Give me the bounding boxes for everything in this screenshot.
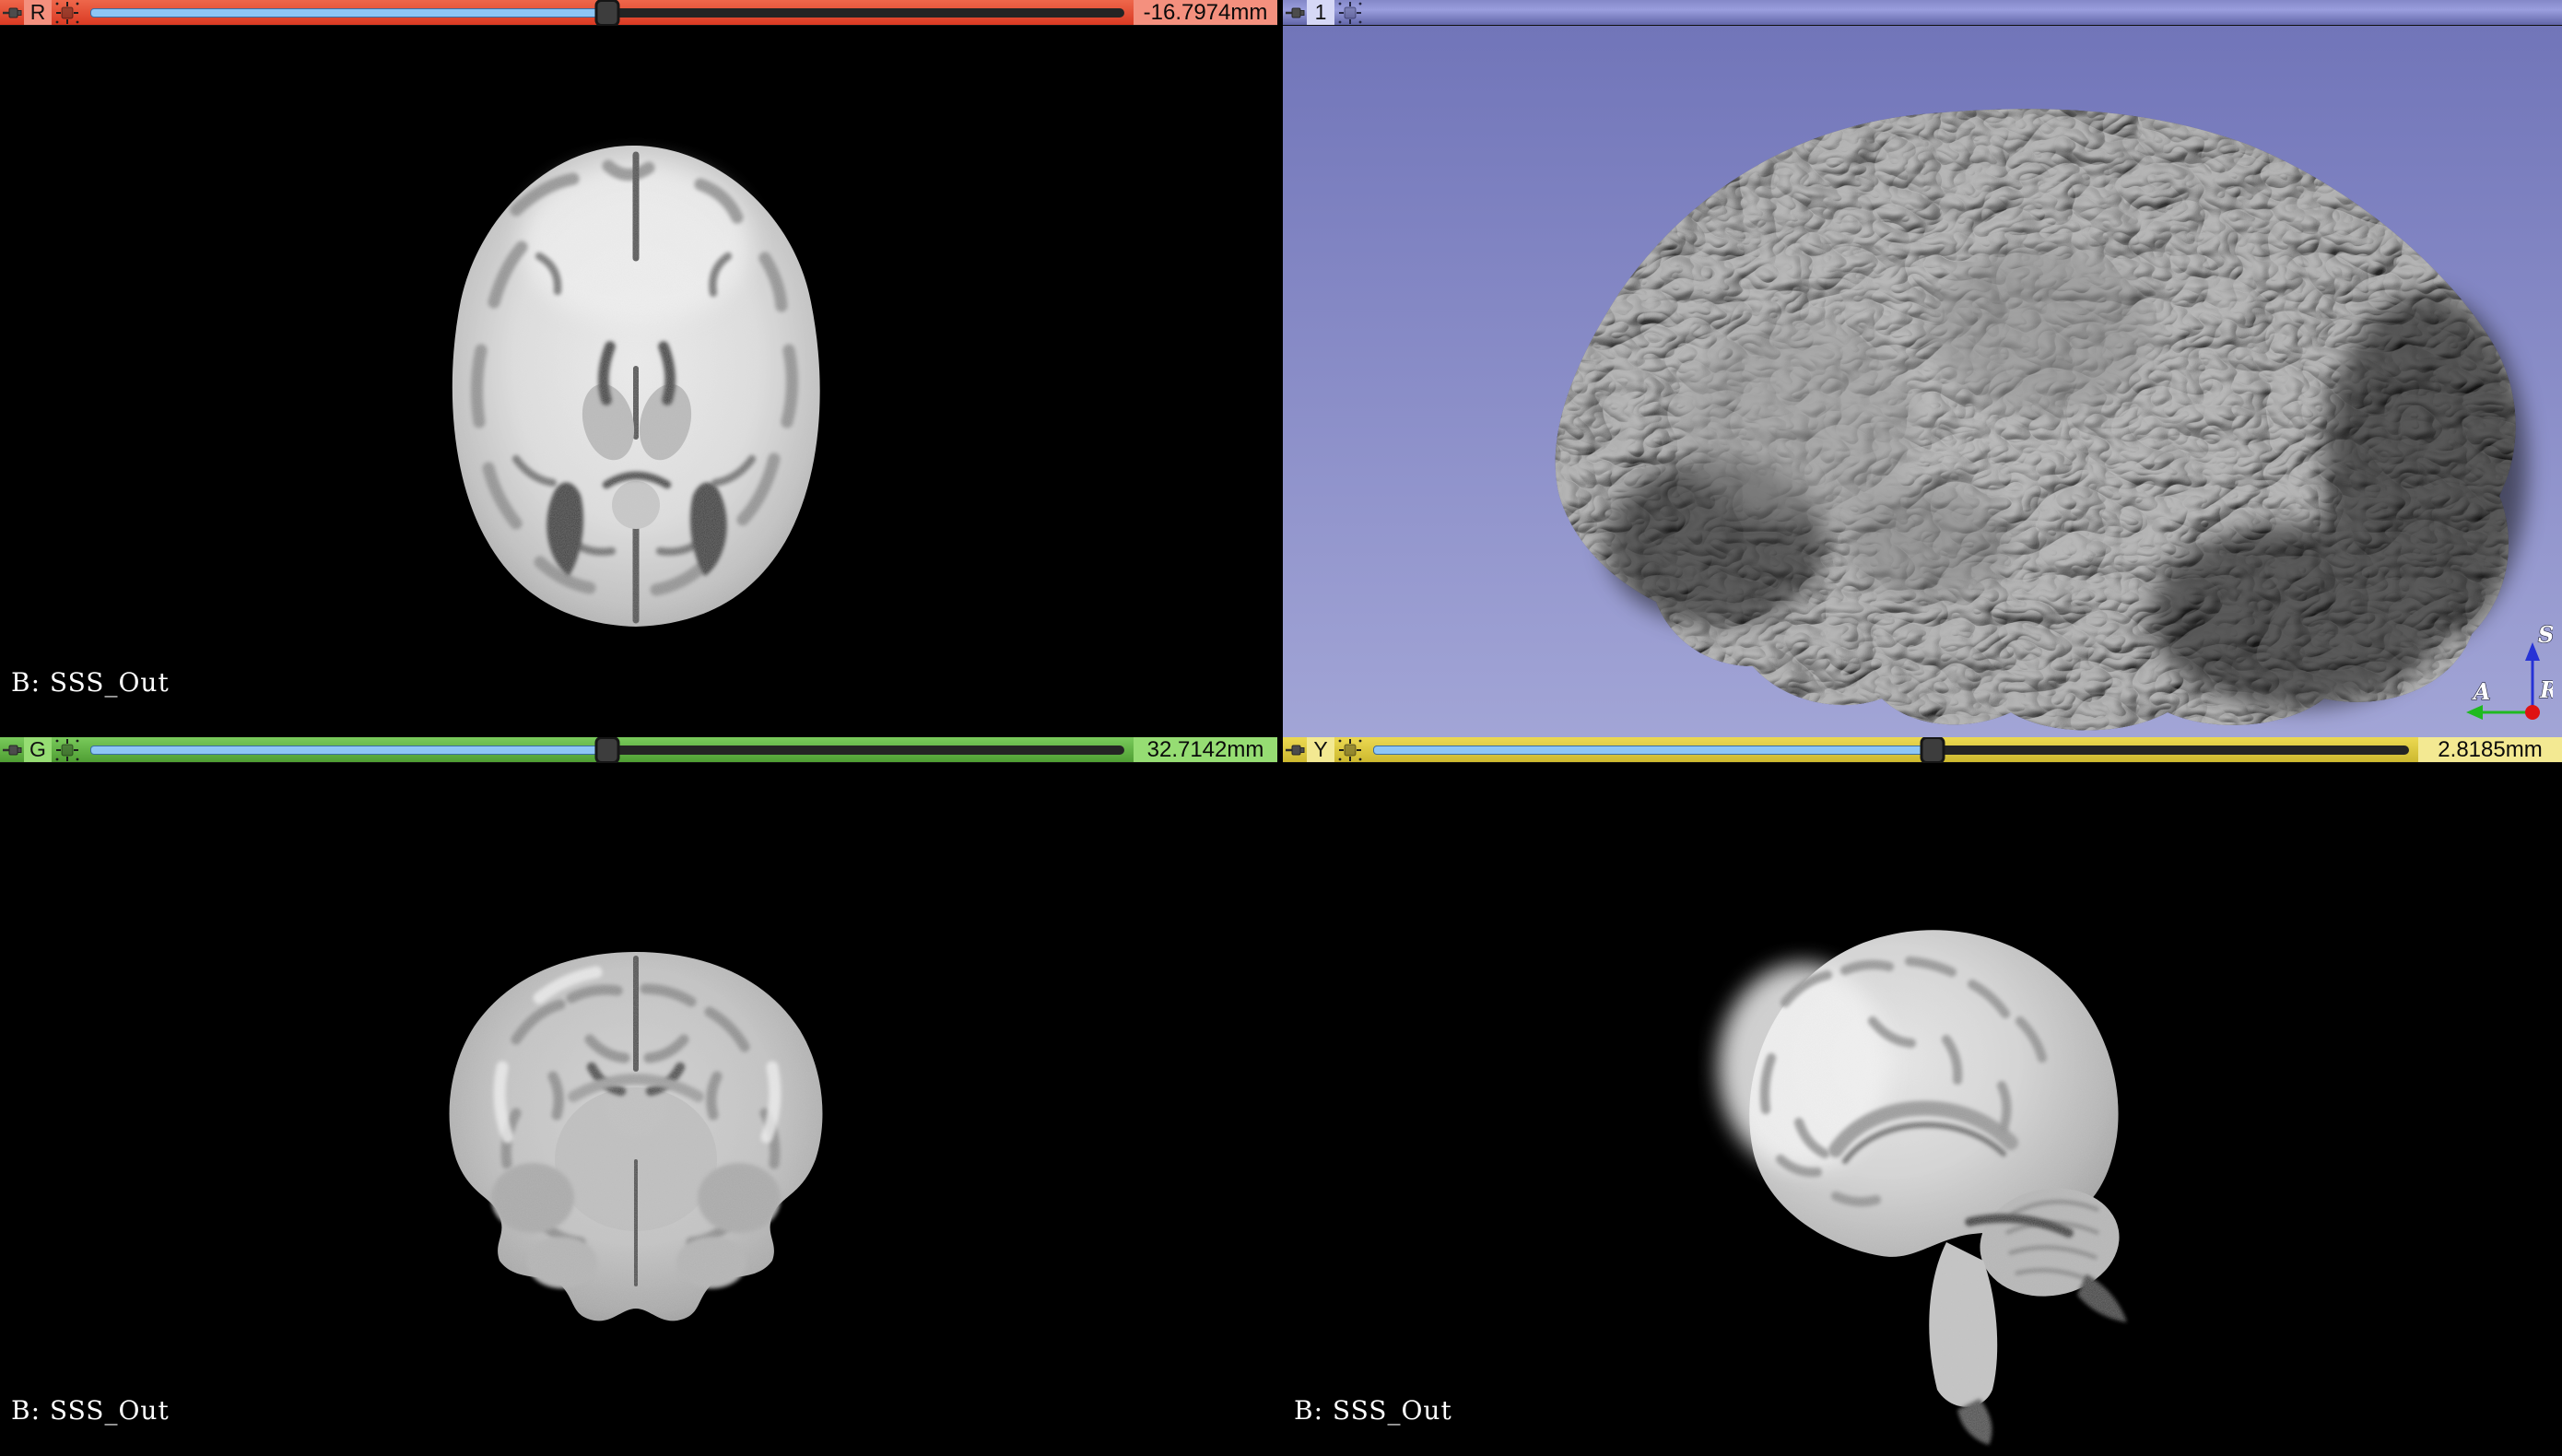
red-pin-button[interactable]: [0, 0, 24, 25]
yellow-view-label[interactable]: Y: [1307, 737, 1334, 762]
yellow-slice-offset-value: 2.8185mm: [2418, 737, 2562, 762]
crosshair-icon: [1336, 0, 1364, 26]
slider-handle[interactable]: [595, 0, 620, 27]
yellow-pin-button[interactable]: [1283, 737, 1307, 762]
green-slice-offset-slider[interactable]: [90, 737, 1124, 762]
orientation-axes-icon[interactable]: S A R: [2442, 613, 2553, 733]
pushpin-icon: [1283, 738, 1307, 762]
slider-fill: [1373, 746, 1934, 755]
red-slice-pane: R -16.7974mm: [0, 0, 1277, 737]
crosshair-icon: [53, 737, 81, 763]
slicer-four-up-layout: R -16.7974mm: [0, 0, 2562, 1456]
axis-right-label: R: [2539, 676, 2553, 703]
axis-anterior-label: A: [2472, 678, 2491, 705]
threed-view-controller-bar: 1: [1283, 0, 2562, 26]
coronal-brain-slice-image: [0, 763, 1277, 1456]
red-crosshair-button[interactable]: [52, 0, 83, 25]
red-slice-offset-value: -16.7974mm: [1134, 0, 1277, 25]
threed-viewport[interactable]: S A R: [1283, 26, 2562, 737]
axis-superior-label: S: [2538, 621, 2553, 648]
yellow-slice-controller-bar: Y 2.8185mm: [1283, 737, 2562, 763]
green-corner-annotation: B: SSS_Out: [11, 1395, 170, 1426]
green-crosshair-button[interactable]: [52, 737, 83, 762]
volume-rendered-brain-image: [1283, 26, 2562, 737]
threed-crosshair-button[interactable]: [1334, 0, 1366, 25]
yellow-slice-viewport[interactable]: B: SSS_Out: [1283, 763, 2562, 1456]
green-slice-controller-bar: G 32.7142mm: [0, 737, 1277, 763]
sagittal-brain-slice-image: [1283, 763, 2562, 1456]
yellow-slice-pane: Y 2.8185mm: [1283, 737, 2562, 1456]
green-slice-offset-value: 32.7142mm: [1134, 737, 1277, 762]
red-slice-offset-slider[interactable]: [90, 0, 1124, 25]
pushpin-icon: [0, 1, 24, 25]
axial-brain-slice-image: [0, 26, 1277, 737]
red-view-label[interactable]: R: [24, 0, 52, 25]
slider-handle[interactable]: [1920, 737, 1945, 764]
pushpin-icon: [1283, 1, 1307, 25]
yellow-slice-offset-slider[interactable]: [1373, 737, 2409, 762]
green-pin-button[interactable]: [0, 737, 24, 762]
yellow-corner-annotation: B: SSS_Out: [1294, 1395, 1452, 1426]
slider-fill: [90, 8, 609, 18]
red-slice-controller-bar: R -16.7974mm: [0, 0, 1277, 26]
red-slice-viewport[interactable]: B: SSS_Out: [0, 26, 1277, 737]
crosshair-icon: [53, 0, 81, 26]
threed-view-label[interactable]: 1: [1307, 0, 1334, 25]
red-corner-annotation: B: SSS_Out: [11, 667, 170, 698]
threed-pin-button[interactable]: [1283, 0, 1307, 25]
green-slice-pane: G 32.7142mm: [0, 737, 1277, 1456]
yellow-crosshair-button[interactable]: [1334, 737, 1366, 762]
slider-handle[interactable]: [595, 737, 620, 764]
slider-fill: [90, 746, 609, 755]
threed-view-pane: 1: [1283, 0, 2562, 737]
green-view-label[interactable]: G: [24, 737, 52, 762]
crosshair-icon: [1336, 737, 1364, 763]
pushpin-icon: [0, 738, 24, 762]
green-slice-viewport[interactable]: B: SSS_Out: [0, 763, 1277, 1456]
